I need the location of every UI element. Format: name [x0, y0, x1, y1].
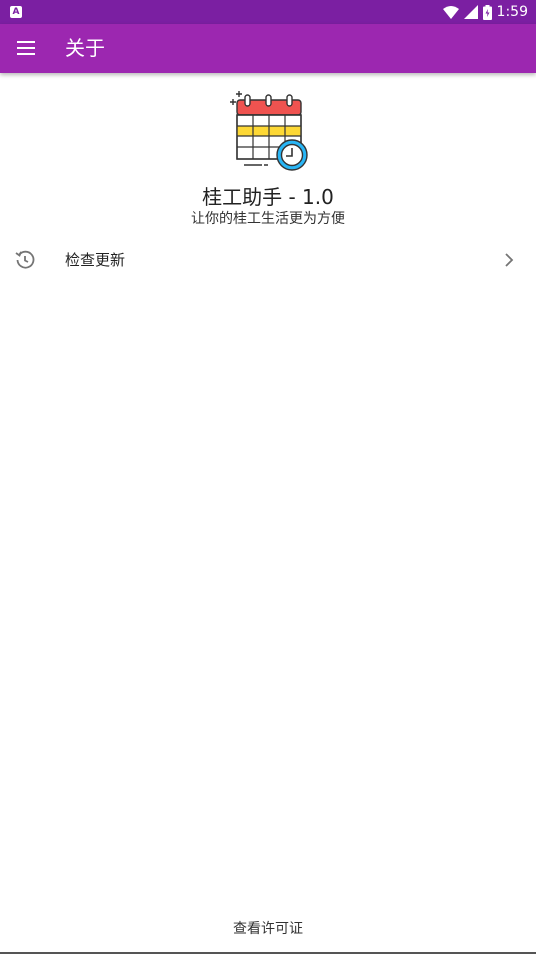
- app-slogan: 让你的桂工生活更为方便: [191, 211, 345, 227]
- notification-icon: A: [10, 6, 22, 18]
- view-license-link[interactable]: 查看许可证: [0, 918, 536, 938]
- check-update-item[interactable]: 检查更新: [0, 236, 536, 284]
- app-name: 桂工助手 - 1.0: [202, 185, 334, 209]
- signal-icon: [463, 5, 478, 19]
- hamburger-menu-icon: [17, 41, 35, 55]
- menu-button[interactable]: [10, 32, 42, 64]
- chevron-right-icon: [505, 253, 514, 267]
- clock-time: 1:59: [496, 4, 528, 20]
- calendar-clock-logo-icon: [230, 91, 308, 171]
- battery-icon: [482, 4, 492, 20]
- page-title: 关于: [65, 36, 105, 60]
- check-update-label: 检查更新: [65, 251, 126, 269]
- app-bar: 关于: [0, 24, 536, 73]
- notification-icon-letter: A: [12, 7, 20, 17]
- wifi-icon: [442, 5, 459, 19]
- status-bar: A 1:59: [0, 0, 536, 24]
- history-update-icon: [15, 250, 35, 269]
- status-icons: 1:59: [442, 0, 528, 24]
